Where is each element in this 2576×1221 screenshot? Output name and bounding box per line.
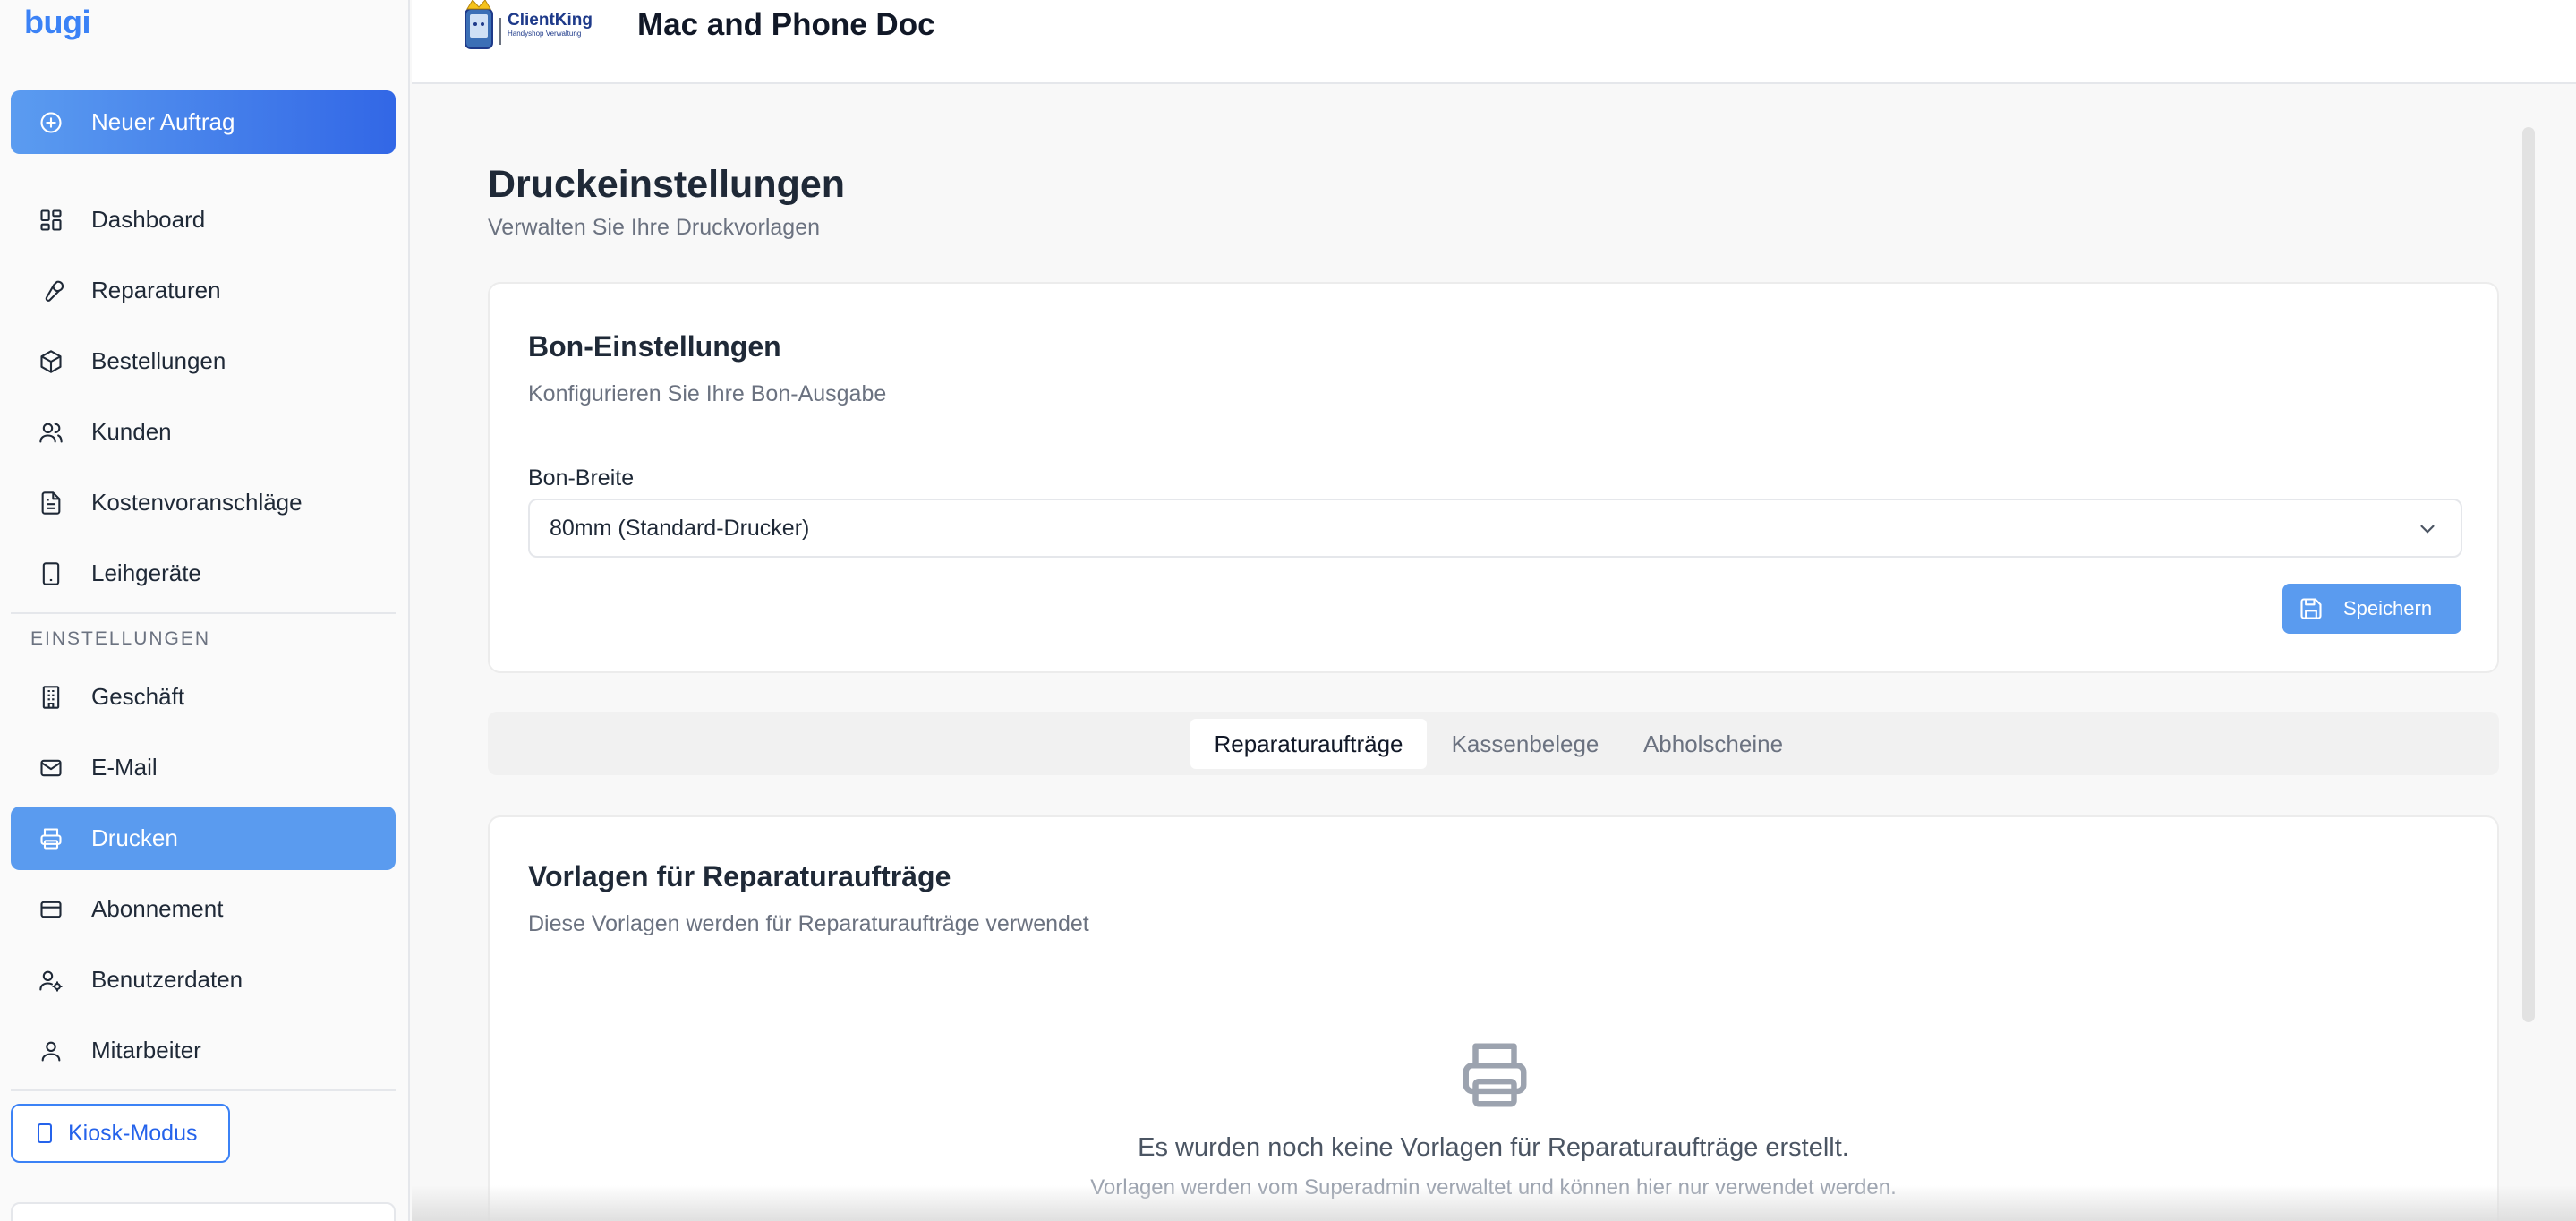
- sidebar-item-drucken[interactable]: Drucken: [11, 807, 396, 870]
- logo-text: ClientKing: [508, 11, 593, 30]
- sidebar-item-label: Kostenvoranschläge: [91, 489, 303, 516]
- templates-description: Diese Vorlagen werden für Reparaturauftr…: [528, 911, 1089, 936]
- sidebar-item-kostenvoranschlaege[interactable]: Kostenvoranschläge: [11, 471, 396, 534]
- brand-logo[interactable]: bugi: [24, 4, 90, 41]
- sidebar-divider: [11, 1089, 396, 1091]
- package-icon: [38, 348, 64, 375]
- sidebar-item-label: Benutzerdaten: [91, 966, 243, 993]
- sidebar-item-dashboard[interactable]: Dashboard: [11, 188, 396, 252]
- page-title: Druckeinstellungen: [488, 163, 846, 206]
- sidebar-user-card[interactable]: [11, 1202, 396, 1221]
- sidebar-item-label: Drucken: [91, 824, 178, 851]
- receipt-width-value: 80mm (Standard-Drucker): [550, 515, 810, 541]
- sidebar-divider: [11, 612, 396, 614]
- users-icon: [38, 419, 64, 446]
- settings-section-label: EINSTELLUNGEN: [30, 628, 211, 649]
- sidebar-item-label: Geschäft: [91, 683, 185, 710]
- sidebar-item-label: Reparaturen: [91, 277, 221, 303]
- sidebar-item-label: Abonnement: [91, 895, 224, 922]
- shop-name: Mac and Phone Doc: [637, 7, 935, 42]
- logo-subtext: Handyshop Verwaltung: [508, 30, 582, 38]
- templates-card: Vorlagen für Reparaturaufträge Diese Vor…: [488, 815, 2499, 1221]
- file-text-icon: [38, 490, 64, 517]
- page-subtitle: Verwalten Sie Ihre Druckvorlagen: [488, 215, 821, 240]
- mail-icon: [38, 755, 64, 781]
- sidebar-item-bestellungen[interactable]: Bestellungen: [11, 329, 396, 393]
- sidebar-item-leihgeraete[interactable]: Leihgeräte: [11, 542, 396, 605]
- tab-kassenbelege[interactable]: Kassenbelege: [1432, 719, 1618, 769]
- sidebar-item-label: Dashboard: [91, 206, 206, 233]
- sidebar-item-email[interactable]: E-Mail: [11, 736, 396, 799]
- new-order-label: Neuer Auftrag: [91, 108, 235, 135]
- user-icon: [38, 1037, 64, 1064]
- template-tabs: Reparaturaufträge Kassenbelege Abholsche…: [488, 712, 2499, 775]
- save-button[interactable]: Speichern: [2282, 584, 2461, 634]
- printer-icon: [1463, 1043, 1527, 1107]
- chevron-down-icon: [2420, 525, 2435, 534]
- wrench-icon: [38, 278, 64, 304]
- kiosk-mode-button[interactable]: Kiosk-Modus: [11, 1104, 230, 1163]
- top-header: ClientKing Handyshop Verwaltung Mac and …: [412, 0, 2576, 84]
- main-scrollbar[interactable]: [2522, 127, 2535, 1022]
- receipt-width-select[interactable]: 80mm (Standard-Drucker): [528, 499, 2462, 558]
- plus-circle-icon: [38, 109, 64, 136]
- sidebar: bugi Neuer Auftrag Dashboard Reparaturen…: [0, 0, 410, 1221]
- sidebar-item-label: Mitarbeiter: [91, 1037, 201, 1063]
- sidebar-item-reparaturen[interactable]: Reparaturen: [11, 259, 396, 322]
- save-label: Speichern: [2343, 597, 2433, 619]
- sidebar-item-label: Kunden: [91, 418, 172, 445]
- sidebar-item-abonnement[interactable]: Abonnement: [11, 877, 396, 941]
- user-cog-icon: [38, 967, 64, 994]
- receipt-width-label: Bon-Breite: [528, 465, 635, 491]
- credit-card-icon: [38, 896, 64, 923]
- sidebar-item-kunden[interactable]: Kunden: [11, 400, 396, 464]
- tablet-icon: [38, 560, 64, 587]
- sidebar-item-label: Bestellungen: [91, 347, 226, 374]
- templates-title: Vorlagen für Reparaturaufträge: [528, 860, 951, 892]
- dashboard-icon: [38, 207, 64, 234]
- sidebar-item-label: E-Mail: [91, 754, 158, 781]
- receipt-settings-card: Bon-Einstellungen Konfigurieren Sie Ihre…: [488, 282, 2499, 673]
- printer-icon: [38, 825, 64, 852]
- tab-abholscheine[interactable]: Abholscheine: [1624, 719, 1803, 769]
- kiosk-mode-label: Kiosk-Modus: [68, 1120, 198, 1146]
- sidebar-item-geschaeft[interactable]: Geschäft: [11, 665, 396, 729]
- tablet-icon: [34, 1123, 55, 1144]
- bottom-shadow: [412, 1185, 2576, 1221]
- receipt-settings-description: Konfigurieren Sie Ihre Bon-Ausgabe: [528, 381, 887, 406]
- new-order-button[interactable]: Neuer Auftrag: [11, 90, 396, 154]
- sidebar-item-mitarbeiter[interactable]: Mitarbeiter: [11, 1019, 396, 1082]
- empty-state-title: Es wurden noch keine Vorlagen für Repara…: [1138, 1133, 1849, 1162]
- tab-reparaturauftraege[interactable]: Reparaturaufträge: [1190, 719, 1427, 769]
- sidebar-item-benutzerdaten[interactable]: Benutzerdaten: [11, 948, 396, 1012]
- sidebar-item-label: Leihgeräte: [91, 559, 201, 586]
- receipt-settings-title: Bon-Einstellungen: [528, 330, 781, 363]
- save-icon: [2300, 598, 2322, 619]
- building-icon: [38, 684, 64, 711]
